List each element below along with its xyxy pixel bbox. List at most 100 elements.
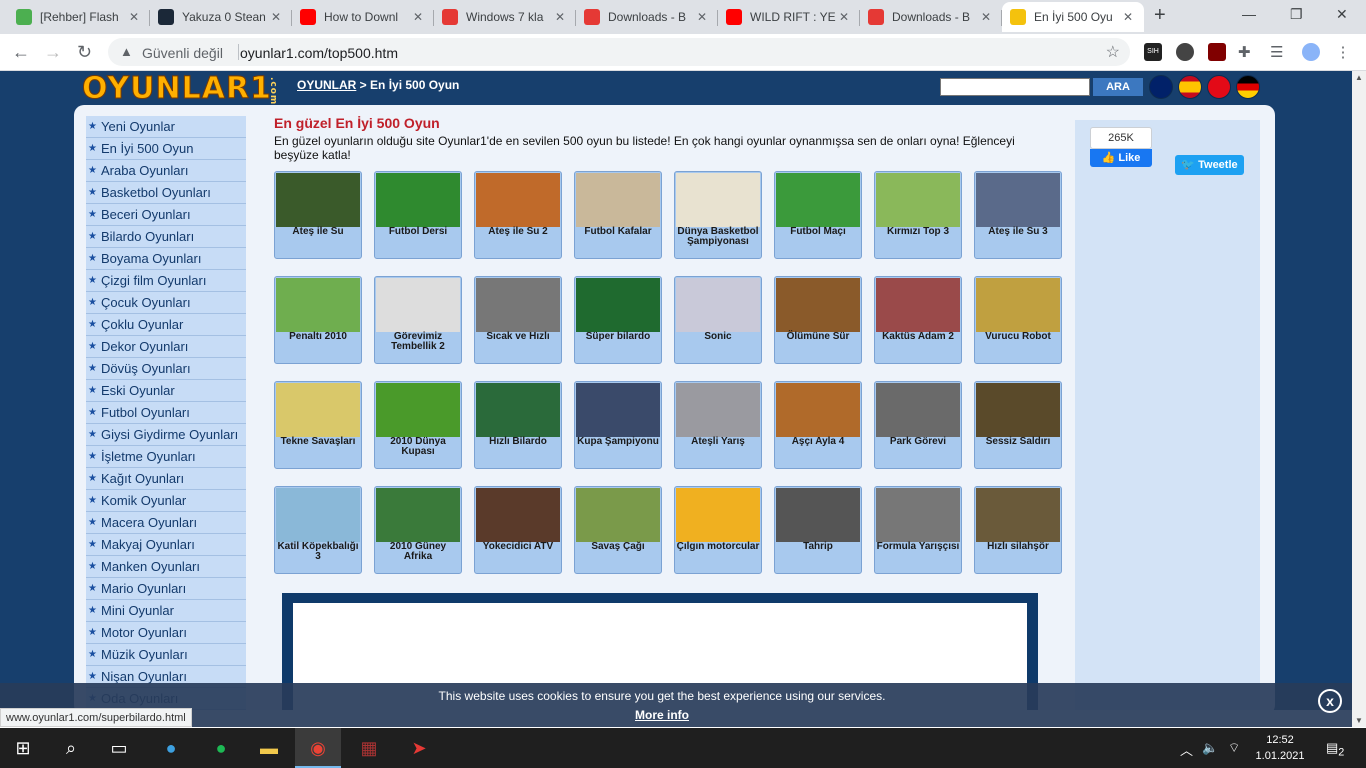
sidebar-item[interactable]: ★ İşletme Oyunları [86,446,246,468]
game-card[interactable]: Sıcak ve Hızlı [474,276,562,364]
game-card[interactable]: Katil Köpekbalığı 3 [274,486,362,574]
start-button-icon[interactable]: ⊞ [0,728,46,768]
bookmark-star-icon[interactable]: ☆ [1106,42,1120,62]
game-card[interactable]: Futbol Dersi [374,171,462,259]
browser-tab[interactable]: WILD RIFT : YE ✕ [718,2,860,32]
file-explorer-icon[interactable]: ▬ [246,728,292,768]
game-card[interactable]: Sonic [674,276,762,364]
breadcrumb-home-link[interactable]: OYUNLAR [297,78,356,92]
game-card[interactable]: Formula Yarışçısı [874,486,962,574]
game-title[interactable]: Futbol Maçı [775,227,861,237]
game-thumbnail[interactable] [976,173,1060,227]
search-input[interactable] [940,78,1090,96]
game-thumbnail[interactable] [676,173,760,227]
site-logo[interactable]: OYUNLAR1 .com [82,71,278,107]
sidebar-item[interactable]: ★ Komik Oyunlar [86,490,246,512]
profile-avatar-icon[interactable] [1302,43,1320,61]
sidebar-item[interactable]: ★ Macera Oyunları [86,512,246,534]
game-thumbnail[interactable] [776,173,860,227]
game-card[interactable]: Ölümüne Sür [774,276,862,364]
game-thumbnail[interactable] [376,278,460,332]
sidebar-item[interactable]: ★ Futbol Oyunları [86,402,246,424]
sidebar-item[interactable]: ★ Çocuk Oyunları [86,292,246,314]
flag-germany-icon[interactable] [1236,75,1260,99]
scroll-down-icon[interactable]: ▼ [1355,716,1363,725]
page-scrollbar[interactable]: ▲ ▼ [1352,71,1366,727]
tab-close-icon[interactable]: ✕ [410,10,426,24]
game-thumbnail[interactable] [776,488,860,542]
game-card[interactable]: Tekne Savaşları [274,381,362,469]
sidebar-item[interactable]: ★ Yeni Oyunlar [86,116,246,138]
cookie-more-info-link[interactable]: More info [0,708,1324,722]
winrar-icon[interactable]: ▦ [346,728,392,768]
game-card[interactable]: Çılgın motorcular [674,486,762,574]
game-title[interactable]: Futbol Kafalar [575,227,661,237]
game-thumbnail[interactable] [576,278,660,332]
game-card[interactable]: Penaltı 2010 [274,276,362,364]
address-bar[interactable]: ▲ Güvenli değil oyunlar1.com/top500.htm … [108,38,1130,66]
tab-close-icon[interactable]: ✕ [978,10,994,24]
tab-close-icon[interactable]: ✕ [836,10,852,24]
flag-spain-icon[interactable] [1178,75,1202,99]
game-card[interactable]: Kırmızı Top 3 [874,171,962,259]
sidebar-item[interactable]: ★ Manken Oyunları [86,556,246,578]
game-card[interactable]: Hızlı Bilardo [474,381,562,469]
facebook-like-button[interactable]: 👍 Like [1090,149,1152,167]
game-card[interactable]: Ateş ile Su 2 [474,171,562,259]
maximize-button[interactable]: ❐ [1290,6,1303,23]
game-title[interactable]: Vurucu Robot [975,332,1061,342]
tab-close-icon[interactable]: ✕ [694,10,710,24]
game-card[interactable]: 2010 Güney Afrika [374,486,462,574]
browser-tab[interactable]: Windows 7 kla ✕ [434,2,576,32]
game-thumbnail[interactable] [776,278,860,332]
game-card[interactable]: Aşçı Ayla 4 [774,381,862,469]
reload-icon[interactable]: ↻ [77,42,92,63]
game-thumbnail[interactable] [976,278,1060,332]
game-title[interactable]: Aşçı Ayla 4 [775,437,861,447]
sidebar-item[interactable]: ★ Basketbol Oyunları [86,182,246,204]
game-title[interactable]: Kırmızı Top 3 [875,227,961,237]
game-title[interactable]: Hızlı silahşör [975,542,1061,552]
browser-tab[interactable]: How to Downl ✕ [292,2,434,32]
sidebar-item[interactable]: ★ Eski Oyunlar [86,380,246,402]
game-card[interactable]: Yokecidici ATV [474,486,562,574]
game-title[interactable]: Tekne Savaşları [275,437,361,447]
game-card[interactable]: Tahrip [774,486,862,574]
tweet-button[interactable]: 🐦 Tweetle [1175,155,1244,175]
game-title[interactable]: Ateş ile Su [275,227,361,237]
game-thumbnail[interactable] [276,488,360,542]
game-title[interactable]: Savaş Çağı [575,542,661,552]
chrome-icon[interactable]: ◉ [295,728,341,768]
search-icon[interactable]: ⌕ [48,728,94,768]
browser-tab[interactable]: Yakuza 0 Stean ✕ [150,2,292,32]
game-thumbnail[interactable] [876,383,960,437]
game-thumbnail[interactable] [476,383,560,437]
game-thumbnail[interactable] [576,488,660,542]
menu-icon[interactable]: ⋮ [1334,43,1352,61]
game-thumbnail[interactable] [676,278,760,332]
sidebar-item[interactable]: ★ Boyama Oyunları [86,248,246,270]
sidebar-item[interactable]: ★ Giysi Giydirme Oyunları [86,424,246,446]
game-thumbnail[interactable] [976,488,1060,542]
game-title[interactable]: Yokecidici ATV [475,542,561,552]
game-title[interactable]: Süper bilardo [575,332,661,342]
game-title[interactable]: Penaltı 2010 [275,332,361,342]
forward-icon[interactable]: → [44,42,62,63]
volume-icon[interactable]: 🔈 [1202,740,1218,756]
game-card[interactable]: Ateş ile Su 3 [974,171,1062,259]
game-thumbnail[interactable] [576,173,660,227]
game-title[interactable]: Sessiz Saldırı [975,437,1061,447]
game-title[interactable]: Formula Yarışçısı [875,542,961,552]
game-title[interactable]: Futbol Dersi [375,227,461,237]
minimize-button[interactable]: — [1242,6,1256,22]
game-title[interactable]: Ölümüne Sür [775,332,861,342]
url-text[interactable]: oyunlar1.com/top500.htm [240,45,398,61]
tab-close-icon[interactable]: ✕ [552,10,568,24]
browser-tab[interactable]: [Rehber] Flash ✕ [8,2,150,32]
game-thumbnail[interactable] [476,173,560,227]
game-card[interactable]: Kupa Şampiyonu [574,381,662,469]
game-thumbnail[interactable] [376,488,460,542]
tab-close-icon[interactable]: ✕ [126,10,142,24]
game-thumbnail[interactable] [376,383,460,437]
game-card[interactable]: 2010 Dünya Kupası [374,381,462,469]
